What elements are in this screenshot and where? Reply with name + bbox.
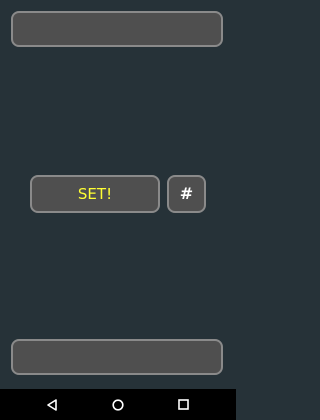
- bottom-display-field[interactable]: [11, 339, 223, 375]
- recents-square-icon: [177, 399, 189, 410]
- recents-button[interactable]: [163, 389, 203, 420]
- back-button[interactable]: [32, 389, 72, 420]
- system-navigation-bar: [0, 389, 236, 420]
- back-triangle-icon: [46, 398, 58, 411]
- top-display-field[interactable]: [11, 11, 223, 47]
- set-button[interactable]: SET!: [30, 175, 160, 213]
- app-screen: SET! #: [0, 0, 236, 389]
- home-circle-icon: [112, 398, 124, 411]
- home-button[interactable]: [98, 389, 138, 420]
- hash-button[interactable]: #: [167, 175, 206, 213]
